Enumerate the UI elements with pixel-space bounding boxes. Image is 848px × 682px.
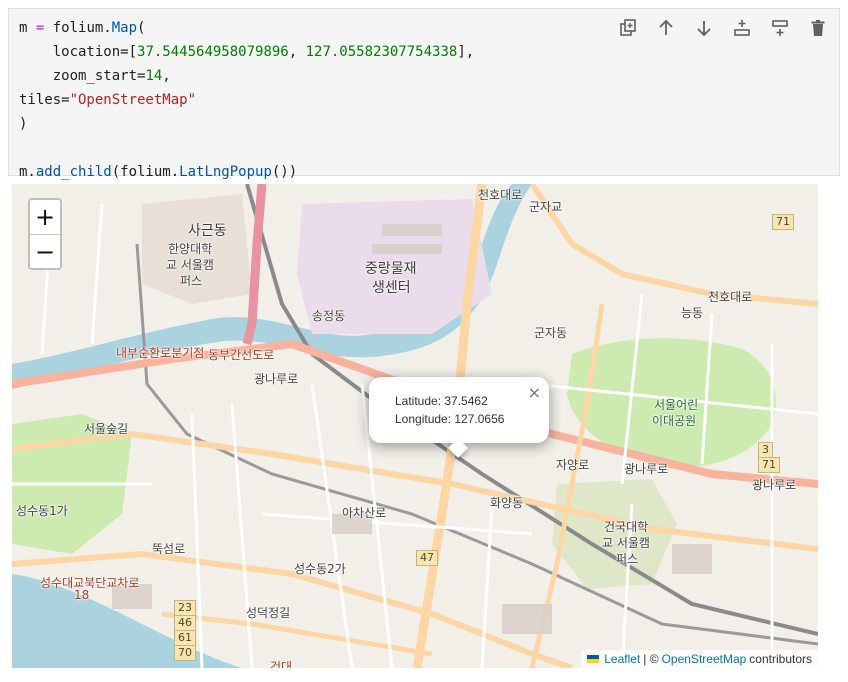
code-cell[interactable]: m = folium.Map( location=[37.54456495807… [8, 8, 840, 180]
code-line: zoom_start=14, [19, 68, 171, 84]
map-label: 자양로 [556, 458, 590, 472]
map-label: 퍼스 [616, 552, 639, 566]
attribution-contributors: contributors [749, 652, 812, 666]
cell-toolbar [617, 17, 829, 39]
route-shield: 3 [758, 442, 773, 458]
map-label: 천호대로 [708, 290, 753, 304]
leaflet-link[interactable]: Leaflet [604, 650, 640, 668]
route-shield: 46 [174, 615, 196, 631]
map-label: 천호대로 [478, 188, 523, 202]
route-shield: 23 [174, 600, 196, 616]
map-label: 교 서울캠 [166, 258, 214, 272]
map-label: 성수동2가 [294, 562, 346, 576]
ukraine-flag-icon [587, 655, 600, 663]
zoom-in-button[interactable]: + [30, 200, 60, 235]
arrow-up-icon[interactable] [655, 17, 677, 39]
map-label: 서울숲길 [84, 422, 129, 436]
route-shield: 71 [758, 457, 780, 473]
map-label: 내부순환로분기점 [116, 346, 205, 360]
route-shield: 47 [416, 550, 438, 566]
map-label: 성덕정길 [246, 606, 291, 620]
popup-longitude: Longitude: 127.0656 [395, 412, 505, 426]
zoom-control: + − [28, 198, 62, 270]
map-label: 사근동 [188, 223, 227, 239]
map-label: 군자동 [534, 326, 568, 340]
zoom-out-button[interactable]: − [30, 235, 60, 268]
map-label: 성수대교북단교차로 [40, 576, 140, 590]
route-shield: 71 [772, 214, 794, 230]
map-label: 군자교 [529, 200, 563, 214]
attribution-separator: | © [643, 652, 659, 666]
code-line: tiles="OpenStreetMap" [19, 92, 197, 108]
map-label: 퍼스 [180, 274, 203, 288]
map-label: 건대 [270, 660, 293, 668]
map-label: 광나루로 [254, 372, 299, 386]
map-label: 송정동 [312, 309, 346, 323]
popup-latitude: Latitude: 37.5462 [395, 394, 488, 408]
map-label: 18 [74, 588, 90, 602]
insert-below-icon[interactable] [769, 17, 791, 39]
code-line: ) [19, 116, 28, 132]
map-label: 동부간선도로 [208, 348, 275, 362]
map-label: 이대공원 [652, 414, 697, 428]
map-label: 능동 [681, 306, 704, 320]
map-label: 건국대학 [604, 520, 649, 534]
map-label: 광나루로 [624, 462, 669, 476]
route-shield: 70 [174, 645, 196, 661]
code-line: m.add_child(folium.LatLngPopup()) [19, 164, 298, 180]
insert-above-icon[interactable] [731, 17, 753, 39]
map-label: 한양대학 [168, 242, 213, 256]
latlng-popup: × Latitude: 37.5462 Longitude: 127.0656 [369, 377, 549, 458]
map-label: 아차산로 [342, 506, 387, 520]
arrow-down-icon[interactable] [693, 17, 715, 39]
trash-icon[interactable] [807, 17, 829, 39]
leaflet-map[interactable]: + − 사근동 한양대학 교 서울캠 퍼스 중랑물재 생센터 송정동 군자동 군… [12, 184, 818, 668]
map-label: 교 서울캠 [602, 536, 650, 550]
map-label: 뚝섬로 [152, 542, 186, 556]
map-label: 광나루로 [752, 478, 797, 492]
route-shield: 61 [174, 630, 196, 646]
map-label: 성수동1가 [16, 504, 68, 518]
duplicate-icon[interactable] [617, 17, 639, 39]
code-line: location=[37.544564958079896, 127.055823… [19, 44, 475, 60]
osm-link[interactable]: OpenStreetMap [662, 650, 747, 668]
map-label: 중랑물재 [365, 261, 417, 277]
map-attribution: Leaflet | © OpenStreetMap contributors [581, 650, 818, 668]
map-label: 서울어린 [654, 398, 699, 412]
code-editor[interactable]: m = folium.Map( location=[37.54456495807… [19, 16, 474, 184]
map-label: 화양동 [490, 496, 524, 510]
close-icon[interactable]: × [528, 383, 541, 402]
map-label: 생센터 [372, 280, 411, 296]
code-line: m = folium.Map( [19, 20, 146, 36]
